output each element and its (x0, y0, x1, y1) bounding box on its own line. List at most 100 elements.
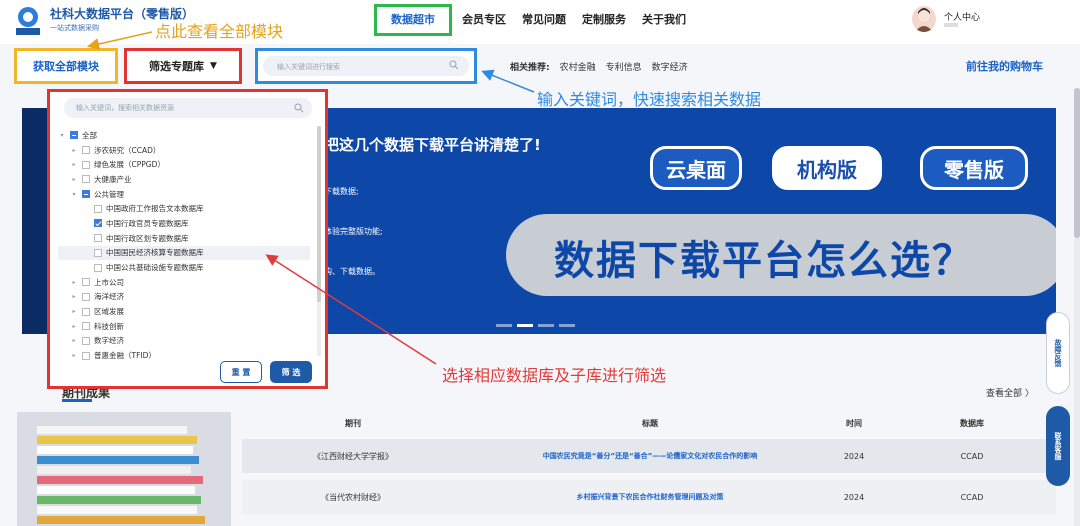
table-row[interactable]: 《江西财经大学学报》 中国农民究竟是“善分”还是“善合”——论儒家文化对农民合作… (242, 439, 1056, 473)
tree-checkbox[interactable] (94, 248, 102, 257)
banner-headline: 数据下载平台怎么选？ (554, 238, 974, 284)
filter-topic-db-button[interactable]: 筛选专题库 ▼ (124, 48, 242, 84)
tree-node[interactable]: ▸ 数字经济 (58, 334, 310, 349)
chevron-right-icon[interactable]: ▸ (70, 337, 78, 344)
search-input[interactable]: 输入关键词进行搜索 (263, 56, 469, 76)
feedback-button[interactable]: 故障反馈 (1046, 312, 1070, 394)
banner-line-2: 体验完整版功能; (324, 227, 383, 236)
toolbar: 获取全部模块 筛选专题库 ▼ 输入关键词进行搜索 相关推荐: 农村金融 专利信息… (0, 44, 1080, 84)
table-row[interactable]: 《当代农村财经》 乡村振兴背景下农民合作社财务管理问题及对策 2024 CCAD (242, 480, 1056, 514)
contact-service-button[interactable]: 联系客服 (1046, 406, 1070, 486)
tree-node[interactable]: 中国国民经济核算专题数据库 (58, 245, 310, 261)
tree-node-label: 涉农研究（CCAD） (94, 145, 161, 155)
nav-member-zone[interactable]: 会员专区 (454, 4, 514, 36)
panel-search-input[interactable]: 输入关键词，搜索相关数据资源 (64, 98, 312, 118)
section-underline (62, 399, 92, 402)
chevron-right-icon[interactable]: ▸ (70, 176, 78, 183)
col-header-title: 标题 (642, 418, 658, 428)
search-icon[interactable] (449, 60, 459, 70)
col-header-journal: 期刊 (345, 418, 361, 428)
annotation-all-modules: 点此查看全部模块 (155, 22, 284, 41)
tree-node-label: 区域发展 (94, 307, 124, 317)
chevron-right-icon[interactable]: ▸ (70, 323, 78, 330)
tree-checkbox[interactable] (82, 351, 90, 360)
carousel-dot[interactable] (496, 324, 512, 327)
chevron-down-icon[interactable]: ▾ (70, 191, 78, 198)
tree-node[interactable]: ▸ 海洋经济 (58, 290, 310, 305)
tree-node[interactable]: ▾ 全部 (58, 128, 310, 143)
panel-scroll-thumb[interactable] (317, 126, 321, 302)
tree-checkbox[interactable] (82, 292, 90, 301)
tree-node[interactable]: ▸ 科技创新 (58, 319, 310, 334)
tree-node[interactable]: ▸ 区域发展 (58, 304, 310, 319)
related-link-digital-economy[interactable]: 数字经济 (652, 60, 688, 73)
chevron-right-icon[interactable]: ▸ (70, 352, 78, 359)
tree-node[interactable]: ▸ 涉农研究（CCAD） (58, 143, 310, 158)
tree-checkbox[interactable] (82, 190, 90, 199)
search-box[interactable]: 输入关键词进行搜索 (255, 48, 477, 84)
carousel-dot[interactable] (538, 324, 554, 327)
tree-node-label: 中国行政区划专题数据库 (106, 233, 189, 243)
tree-node[interactable]: ▸ 绿色发展（CPPGD） (58, 157, 310, 172)
tree-checkbox[interactable] (82, 336, 90, 345)
cell-title-link[interactable]: 中国农民究竟是“善分”还是“善合”——论儒家文化对农民合作的影响 (464, 439, 836, 473)
tree-node-label: 数字经济 (94, 336, 124, 346)
avatar[interactable] (912, 6, 936, 32)
tree-checkbox[interactable] (94, 219, 102, 228)
tree-node-label: 普惠金融（TFID） (94, 351, 156, 361)
go-to-cart-link[interactable]: 前往我的购物车 (966, 58, 1043, 74)
user-center-label[interactable]: 个人中心 (944, 10, 980, 23)
banner-line-3: 购、下载数据。 (324, 267, 380, 276)
tree-node-label: 海洋经济 (94, 292, 124, 302)
nav-about-us[interactable]: 关于我们 (634, 4, 694, 36)
chevron-right-icon[interactable]: ▸ (70, 279, 78, 286)
chevron-right-icon[interactable]: ▸ (70, 161, 78, 168)
chevron-down-icon[interactable]: ▾ (58, 132, 66, 139)
cell-title-link[interactable]: 乡村振兴背景下农民合作社财务管理问题及对策 (464, 480, 836, 514)
page-scrollbar[interactable] (1074, 88, 1080, 526)
view-all-link[interactable]: 查看全部 〉 (986, 386, 1034, 399)
tree-node[interactable]: ▸ 大健康产业 (58, 172, 310, 187)
tree-checkbox[interactable] (82, 175, 90, 184)
tree-checkbox[interactable] (94, 234, 102, 243)
tree-node-label: 绿色发展（CPPGD） (94, 160, 165, 170)
tree-node[interactable]: ▾ 公共管理 (58, 187, 310, 202)
apply-filter-button[interactable]: 筛 选 (270, 361, 312, 383)
tree-checkbox[interactable] (82, 307, 90, 316)
books-image (17, 412, 231, 526)
banner-tag-retail: 零售版 (920, 146, 1028, 190)
tree-checkbox[interactable] (94, 263, 102, 272)
tree-node[interactable]: 中国政府工作报告文本数据库 (58, 201, 310, 216)
tree-node[interactable]: 中国行政区划专题数据库 (58, 231, 310, 246)
carousel-dot-active[interactable] (517, 324, 533, 327)
carousel-dot[interactable] (559, 324, 575, 327)
tree-checkbox[interactable] (82, 278, 90, 287)
tree-node[interactable]: 中国公共基础设施专题数据库 (58, 260, 310, 275)
page-scroll-thumb[interactable] (1074, 88, 1080, 238)
tree-checkbox[interactable] (82, 322, 90, 331)
logo-icon[interactable] (16, 6, 40, 36)
category-tree: ▾ 全部 ▸ 涉农研究（CCAD） ▸ 绿色发展（CPPGD） ▸ 大健康产业 ▾ 公共管理 中国政… (58, 128, 310, 363)
tree-checkbox[interactable] (70, 131, 78, 140)
get-all-modules-button[interactable]: 获取全部模块 (14, 48, 118, 84)
tree-checkbox[interactable] (94, 204, 102, 213)
tree-checkbox[interactable] (82, 146, 90, 155)
search-icon[interactable] (294, 103, 304, 113)
annotation-search: 输入关键词，快速搜索相关数据 (537, 90, 762, 109)
chevron-right-icon[interactable]: ▸ (70, 147, 78, 154)
tree-node[interactable]: ▸ 上市公司 (58, 275, 310, 290)
related-link-rural-finance[interactable]: 农村金融 (560, 60, 596, 73)
banner-line-1: 下载数据; (324, 187, 359, 196)
tree-node[interactable]: 中国行政官员专题数据库 (58, 216, 310, 231)
related-link-patent-info[interactable]: 专利信息 (606, 60, 642, 73)
nav-custom-service[interactable]: 定制服务 (574, 4, 634, 36)
nav-faq[interactable]: 常见问题 (514, 4, 574, 36)
panel-scrollbar[interactable] (317, 126, 321, 356)
tree-node-label: 中国国民经济核算专题数据库 (106, 248, 204, 258)
chevron-right-icon[interactable]: ▸ (70, 308, 78, 315)
tree-node-label: 中国公共基础设施专题数据库 (106, 263, 204, 273)
chevron-right-icon[interactable]: ▸ (70, 293, 78, 300)
nav-data-market[interactable]: 数据超市 (374, 4, 452, 36)
tree-checkbox[interactable] (82, 160, 90, 169)
reset-button[interactable]: 重 置 (220, 361, 262, 383)
